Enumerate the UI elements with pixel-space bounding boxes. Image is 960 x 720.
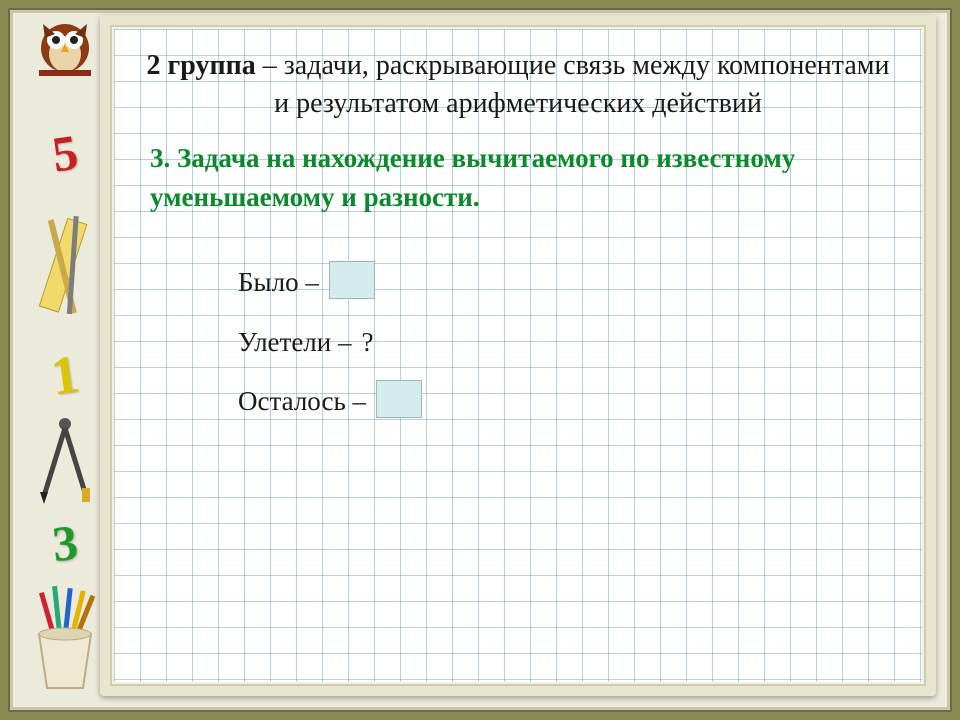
ruler-pencil-icon <box>22 214 108 329</box>
digit-one-icon: 1 <box>18 338 112 411</box>
slide-frame: 5 1 3 <box>8 8 952 712</box>
blank-box <box>376 380 422 418</box>
blank-box <box>329 261 375 299</box>
group-heading-bold: 2 группа <box>147 50 256 81</box>
digit-five-icon: 5 <box>18 118 111 187</box>
group-heading: 2 группа – задачи, раскрывающие связь ме… <box>144 47 892 123</box>
row-flew-away: Улетели – ? <box>238 327 892 358</box>
question-mark: ? <box>361 327 373 358</box>
row-remained-label: Осталось – <box>238 386 366 417</box>
group-heading-rest: – задачи, раскрывающие связь между компо… <box>256 50 890 119</box>
paper-frame: 2 группа – задачи, раскрывающие связь ме… <box>100 15 936 696</box>
compass-icon <box>22 414 108 509</box>
owl-icon <box>22 14 108 87</box>
digit-three-icon: 3 <box>19 510 111 577</box>
row-flew-away-label: Улетели – <box>238 327 351 358</box>
pencil-cup-icon <box>22 584 108 699</box>
row-remained: Осталось – <box>238 386 892 418</box>
row-was: Было – <box>238 267 892 299</box>
row-was-label: Было – <box>238 267 319 298</box>
task-rows: Было – Улетели – ? Осталось – <box>144 267 892 418</box>
task-subheading: 3. Задача на нахождение вычитаемого по и… <box>144 139 892 217</box>
sidebar-decorations: 5 1 3 <box>22 14 108 698</box>
grid-paper: 2 группа – задачи, раскрывающие связь ме… <box>114 29 922 682</box>
